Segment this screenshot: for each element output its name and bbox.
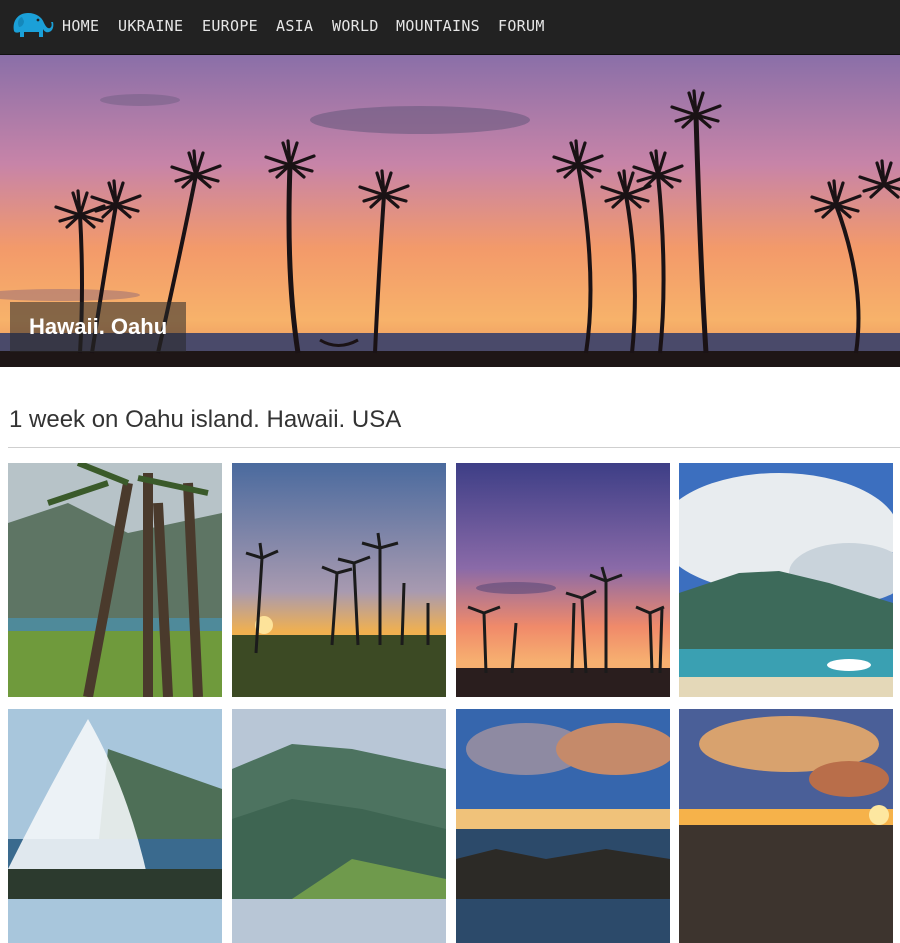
- nav-europe[interactable]: EUROPE: [202, 17, 258, 35]
- elephant-icon[interactable]: [8, 9, 54, 41]
- hero-banner: Hawaii. Oahu: [0, 55, 900, 367]
- page-title: 1 week on Oahu island. Hawaii. USA: [9, 406, 402, 433]
- hero-caption: Hawaii. Oahu: [10, 302, 187, 352]
- gallery-photo-3[interactable]: [456, 463, 670, 697]
- gallery-photo-8[interactable]: [679, 709, 893, 943]
- gallery-photo-1[interactable]: [8, 463, 222, 697]
- gallery-photo-6[interactable]: [232, 709, 446, 943]
- nav-asia[interactable]: ASIA: [276, 17, 313, 35]
- nav-world[interactable]: WORLD: [332, 17, 379, 35]
- top-navbar: HOME UKRAINE EUROPE ASIA WORLD MOUNTAINS…: [0, 0, 900, 55]
- title-divider: [8, 447, 900, 448]
- gallery-photo-4[interactable]: [679, 463, 893, 697]
- nav-forum[interactable]: FORUM: [498, 17, 545, 35]
- gallery-photo-7[interactable]: [456, 709, 670, 943]
- nav-ukraine[interactable]: UKRAINE: [118, 17, 183, 35]
- nav-mountains[interactable]: MOUNTAINS: [396, 17, 480, 35]
- gallery-photo-5[interactable]: [8, 709, 222, 943]
- gallery-photo-2[interactable]: [232, 463, 446, 697]
- nav-home[interactable]: HOME: [62, 17, 99, 35]
